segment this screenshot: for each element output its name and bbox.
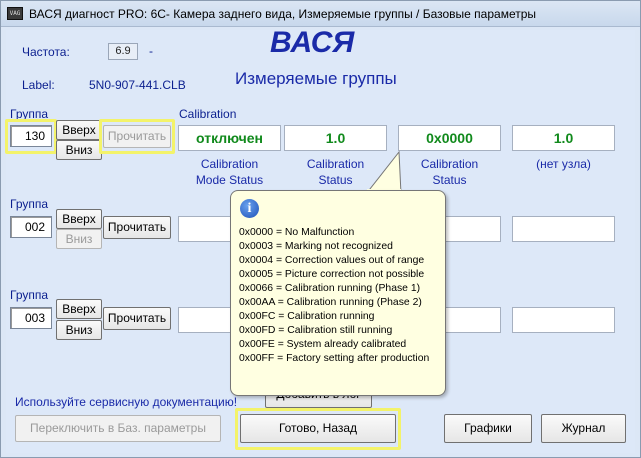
frequency-label: Частота:	[22, 45, 70, 59]
group-3-down-button[interactable]: Вниз	[56, 320, 102, 340]
group-2-read-button[interactable]: Прочитать	[103, 216, 171, 239]
group-1-read-button[interactable]: Прочитать	[103, 125, 171, 148]
tooltip-line: 0x00FC = Calibration running	[239, 311, 375, 322]
group-3-value-4	[512, 307, 615, 333]
group-3-value-3	[444, 307, 501, 333]
group-1-caption-1: Calibration Mode Status	[195, 157, 264, 187]
group-2-value-3	[444, 216, 501, 242]
tooltip-line: 0x00FF = Factory setting after productio…	[239, 353, 430, 364]
group-2-value-1	[178, 216, 232, 242]
group-3-read-button[interactable]: Прочитать	[103, 307, 171, 330]
graphs-button[interactable]: Графики	[444, 414, 532, 443]
frequency-value: 6.9	[108, 43, 138, 60]
title-bar[interactable]: VAG ВАСЯ диагност PRO: 6C- Камера заднег…	[1, 1, 640, 27]
tooltip-line: 0x0066 = Calibration running (Phase 1)	[239, 283, 421, 294]
group-1-number-input[interactable]: 130	[10, 125, 52, 147]
tooltip-line: 0x00FD = Calibration still running	[239, 325, 393, 336]
group-1-value-3: 0x0000	[398, 125, 501, 151]
status-code-tooltip: i 0x0000 = No Malfunction 0x0003 = Marki…	[230, 190, 446, 396]
group-2-number-input[interactable]: 002	[10, 216, 52, 238]
switch-basic-params-button[interactable]: Переключить в Баз. параметры	[15, 415, 221, 442]
label-value: 5N0-907-441.CLB	[89, 78, 186, 92]
group-1-value-1: отключен	[178, 125, 281, 151]
done-back-button[interactable]: Готово, Назад	[240, 414, 396, 443]
page-subtitle: Измеряемые группы	[235, 69, 397, 88]
group-1-down-button[interactable]: Вниз	[56, 140, 102, 160]
journal-button[interactable]: Журнал	[541, 414, 626, 443]
group-1-caption: Calibration	[179, 107, 237, 121]
label-caption: Label:	[22, 78, 55, 92]
window-title: ВАСЯ диагност PRO: 6C- Камера заднего ви…	[29, 7, 537, 21]
group-3-number-input[interactable]: 003	[10, 307, 52, 329]
group-3-value-1	[178, 307, 232, 333]
tooltip-line: 0x0004 = Correction values out of range	[239, 255, 425, 266]
main-panel: Частота: 6.9 - Label: 5N0-907-441.CLB ВА…	[5, 26, 635, 453]
tooltip-line: 0x00AA = Calibration running (Phase 2)	[239, 297, 422, 308]
brand-logo: ВАСЯ	[270, 26, 355, 59]
frequency-dash: -	[149, 44, 153, 58]
group-3-up-button[interactable]: Вверх	[56, 299, 102, 319]
tooltip-line: 0x0000 = No Malfunction	[239, 227, 355, 238]
group-1-value-2: 1.0	[284, 125, 387, 151]
tooltip-line: 0x00FE = System already calibrated	[239, 339, 407, 350]
service-doc-note: Используйте сервисную документацию!	[15, 395, 238, 409]
tooltip-lines: 0x0000 = No Malfunction 0x0003 = Marking…	[239, 226, 429, 366]
group-2-value-4	[512, 216, 615, 242]
tooltip-line: 0x0003 = Marking not recognized	[239, 241, 393, 252]
app-window: VAG ВАСЯ диагност PRO: 6C- Камера заднег…	[0, 0, 641, 458]
group-1-caption-4: (нет узла)	[536, 157, 591, 171]
tooltip-line: 0x0005 = Picture correction not possible	[239, 269, 425, 280]
app-icon: VAG	[7, 7, 23, 20]
group-2-up-button[interactable]: Вверх	[56, 209, 102, 229]
group-2-label: Группа	[10, 197, 49, 211]
group-1-up-button[interactable]: Вверх	[56, 120, 102, 140]
group-3-label: Группа	[10, 288, 49, 302]
group-1-value-4: 1.0	[512, 125, 615, 151]
group-2-down-button[interactable]: Вниз	[56, 229, 102, 249]
info-icon: i	[240, 199, 259, 218]
